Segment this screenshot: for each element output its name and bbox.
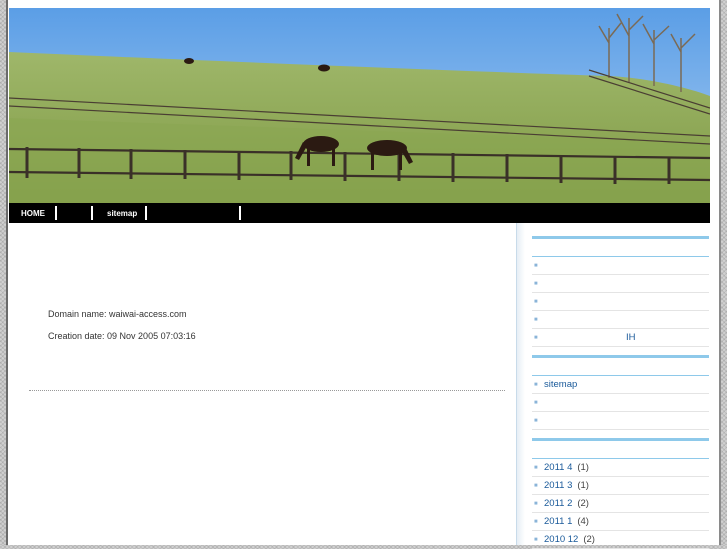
- page-right-shadow: [719, 0, 721, 545]
- nav-home[interactable]: HOME: [9, 206, 57, 220]
- main-content: Domain name: waiwai-access.com Creation …: [9, 223, 516, 545]
- archive-label: 2011 2: [544, 498, 573, 509]
- archive-item[interactable]: ■ 2011 2 (2): [532, 495, 709, 513]
- bullet-icon: ■: [534, 500, 538, 507]
- archive-item[interactable]: ■ 2010 12 (2): [532, 531, 709, 549]
- content-divider: [29, 390, 505, 391]
- creation-date-text: Creation date: 09 Nov 2005 07:03:16: [48, 331, 196, 341]
- bullet-icon: ■: [534, 399, 538, 406]
- sidebar-list-2: ■ sitemap ■ ■: [532, 376, 709, 430]
- archive-label: 2011 4: [544, 462, 573, 473]
- bullet-icon: ■: [534, 518, 538, 525]
- bullet-icon: ■: [534, 482, 538, 489]
- sidebar-item[interactable]: ■: [532, 275, 709, 293]
- sidebar-header-1: [532, 223, 709, 257]
- bullet-icon: ■: [534, 536, 538, 543]
- bullet-icon: ■: [534, 334, 538, 341]
- sidebar-item[interactable]: ■: [532, 394, 709, 412]
- sidebar-header-archives: [532, 430, 709, 459]
- archive-item[interactable]: ■ 2011 1 (4): [532, 513, 709, 531]
- header-banner: [9, 8, 710, 203]
- archive-count: (1): [577, 480, 589, 491]
- archive-count: (2): [577, 498, 589, 509]
- bullet-icon: ■: [534, 280, 538, 287]
- pasture-image: [9, 8, 710, 203]
- archive-list: ■ 2011 4 (1) ■ 2011 3 (1) ■ 2011 2 (2) ■ 2011 1…: [532, 459, 709, 549]
- sidebar-list-1: ■ ■ ■ ■ ■ IH: [532, 257, 709, 347]
- archive-count: (2): [583, 534, 595, 545]
- archive-item[interactable]: ■ 2011 4 (1): [532, 459, 709, 477]
- archive-item[interactable]: ■ 2011 3 (1): [532, 477, 709, 495]
- sidebar-item-sitemap[interactable]: ■ sitemap: [532, 376, 709, 394]
- bullet-icon: ■: [534, 298, 538, 305]
- bullet-icon: ■: [534, 262, 538, 269]
- sidebar-item-suffix: IH: [626, 332, 636, 343]
- archive-label: 2010 12: [544, 534, 579, 545]
- sidebar-edge: [516, 223, 525, 545]
- sidebar-header-2: [532, 347, 709, 376]
- sidebar-item[interactable]: ■: [532, 412, 709, 430]
- bullet-icon: ■: [534, 417, 538, 424]
- domain-name-text: Domain name: waiwai-access.com: [48, 309, 187, 319]
- sidebar-item[interactable]: ■: [532, 293, 709, 311]
- bullet-icon: ■: [534, 464, 538, 471]
- bullet-icon: ■: [534, 316, 538, 323]
- main-nav: HOME sitemap: [9, 203, 710, 223]
- sidebar-item[interactable]: ■: [532, 257, 709, 275]
- nav-item-blank-1[interactable]: [57, 206, 93, 220]
- sidebar: ■ ■ ■ ■ ■ IH ■ sitemap ■ ■ ■ 2011 4 (1) ■ 201…: [532, 223, 709, 549]
- archive-count: (1): [577, 462, 589, 473]
- archive-label: 2011 3: [544, 480, 573, 491]
- sidebar-item[interactable]: ■ IH: [532, 329, 709, 347]
- sidebar-item[interactable]: ■: [532, 311, 709, 329]
- archive-label: 2011 1: [544, 516, 573, 527]
- archive-count: (4): [577, 516, 589, 527]
- sidebar-item-label: sitemap: [544, 379, 578, 390]
- nav-sitemap[interactable]: sitemap: [93, 206, 147, 220]
- nav-item-blank-2[interactable]: [147, 206, 241, 220]
- bullet-icon: ■: [534, 381, 538, 388]
